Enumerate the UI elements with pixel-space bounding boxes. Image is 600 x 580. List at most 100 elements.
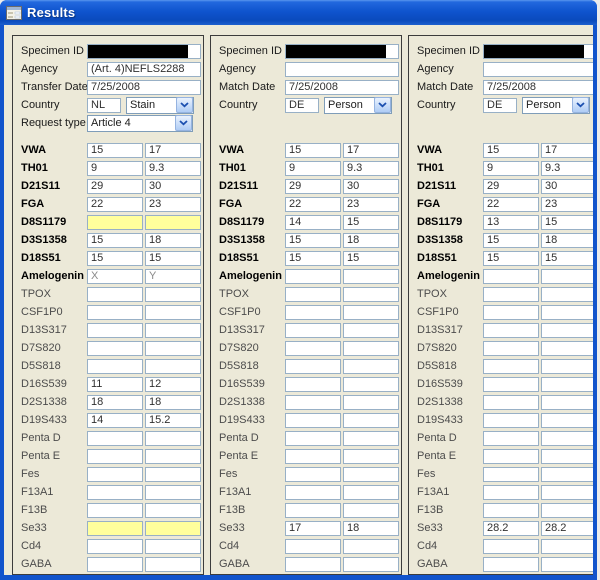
allele-field[interactable]: 29 bbox=[285, 179, 341, 194]
allele-field[interactable]: 18 bbox=[145, 233, 201, 248]
allele-field[interactable]: 9.3 bbox=[541, 161, 593, 176]
allele-field[interactable]: 15 bbox=[541, 215, 593, 230]
country-type-combo[interactable]: Person bbox=[522, 97, 590, 114]
allele-field[interactable] bbox=[145, 431, 201, 446]
allele-field[interactable] bbox=[541, 485, 593, 500]
allele-field[interactable]: 28.2 bbox=[541, 521, 593, 536]
allele-field[interactable] bbox=[145, 485, 201, 500]
allele-field[interactable]: 28.2 bbox=[483, 521, 539, 536]
allele-field[interactable] bbox=[343, 413, 399, 428]
agency-field[interactable] bbox=[285, 62, 399, 77]
allele-field[interactable] bbox=[483, 485, 539, 500]
allele-field[interactable] bbox=[285, 467, 341, 482]
agency-field[interactable] bbox=[483, 62, 593, 77]
allele-field[interactable]: 15 bbox=[87, 233, 143, 248]
allele-field[interactable] bbox=[541, 557, 593, 572]
allele-field[interactable] bbox=[285, 341, 341, 356]
allele-field[interactable] bbox=[145, 305, 201, 320]
allele-field[interactable] bbox=[483, 323, 539, 338]
allele-field[interactable] bbox=[87, 485, 143, 500]
dropdown-arrow-icon[interactable] bbox=[572, 97, 589, 113]
allele-field[interactable]: 23 bbox=[541, 197, 593, 212]
allele-field[interactable]: 12 bbox=[145, 377, 201, 392]
allele-field[interactable] bbox=[541, 539, 593, 554]
allele-field[interactable] bbox=[541, 305, 593, 320]
allele-field[interactable] bbox=[483, 449, 539, 464]
allele-field[interactable] bbox=[483, 359, 539, 374]
transfer-date-field[interactable]: 7/25/2008 bbox=[87, 80, 201, 95]
country-code-field[interactable]: NL bbox=[87, 98, 121, 113]
allele-field[interactable]: 14 bbox=[87, 413, 143, 428]
allele-field[interactable] bbox=[285, 359, 341, 374]
allele-field[interactable] bbox=[145, 449, 201, 464]
allele-field[interactable] bbox=[145, 215, 201, 230]
allele-field[interactable]: 17 bbox=[541, 143, 593, 158]
allele-field[interactable] bbox=[343, 359, 399, 374]
allele-field[interactable]: 15 bbox=[541, 251, 593, 266]
allele-field[interactable] bbox=[87, 503, 143, 518]
allele-field[interactable] bbox=[145, 503, 201, 518]
allele-field[interactable] bbox=[145, 521, 201, 536]
allele-field[interactable] bbox=[285, 269, 341, 284]
allele-field[interactable] bbox=[483, 503, 539, 518]
allele-field[interactable] bbox=[483, 413, 539, 428]
allele-field[interactable] bbox=[145, 323, 201, 338]
title-bar[interactable]: Results bbox=[0, 0, 597, 25]
allele-field[interactable]: 9 bbox=[285, 161, 341, 176]
allele-field[interactable]: 17 bbox=[285, 521, 341, 536]
allele-field[interactable] bbox=[541, 359, 593, 374]
allele-field[interactable] bbox=[541, 287, 593, 302]
allele-field[interactable]: 29 bbox=[483, 179, 539, 194]
specimen-id-field[interactable] bbox=[285, 44, 399, 59]
allele-field[interactable] bbox=[483, 467, 539, 482]
allele-field[interactable] bbox=[285, 395, 341, 410]
allele-field[interactable] bbox=[145, 287, 201, 302]
allele-field[interactable] bbox=[343, 431, 399, 446]
allele-field[interactable]: 15 bbox=[87, 251, 143, 266]
allele-field[interactable] bbox=[483, 539, 539, 554]
allele-field[interactable] bbox=[343, 449, 399, 464]
allele-field[interactable] bbox=[343, 377, 399, 392]
allele-field[interactable] bbox=[343, 305, 399, 320]
allele-field[interactable] bbox=[343, 503, 399, 518]
allele-field[interactable] bbox=[483, 269, 539, 284]
allele-field[interactable] bbox=[541, 413, 593, 428]
allele-field[interactable]: 13 bbox=[483, 215, 539, 230]
allele-field[interactable]: 30 bbox=[343, 179, 399, 194]
allele-field[interactable] bbox=[343, 467, 399, 482]
allele-field[interactable] bbox=[343, 287, 399, 302]
allele-field[interactable] bbox=[87, 341, 143, 356]
allele-field[interactable]: 22 bbox=[285, 197, 341, 212]
allele-field[interactable] bbox=[87, 359, 143, 374]
allele-field[interactable] bbox=[343, 485, 399, 500]
agency-field[interactable]: (Art. 4)NEFLS2288 bbox=[87, 62, 201, 77]
match-date-field[interactable]: 7/25/2008 bbox=[285, 80, 399, 95]
allele-field[interactable] bbox=[483, 557, 539, 572]
allele-field[interactable] bbox=[541, 395, 593, 410]
allele-field[interactable]: 22 bbox=[483, 197, 539, 212]
country-code-field[interactable]: DE bbox=[483, 98, 517, 113]
dropdown-arrow-icon[interactable] bbox=[176, 97, 193, 113]
allele-field[interactable] bbox=[87, 449, 143, 464]
allele-field[interactable]: 15 bbox=[145, 251, 201, 266]
allele-field[interactable]: 11 bbox=[87, 377, 143, 392]
allele-field[interactable] bbox=[145, 539, 201, 554]
allele-field[interactable] bbox=[541, 467, 593, 482]
allele-field[interactable] bbox=[343, 557, 399, 572]
allele-field[interactable]: 17 bbox=[343, 143, 399, 158]
allele-field[interactable] bbox=[285, 503, 341, 518]
specimen-id-field[interactable] bbox=[483, 44, 593, 59]
allele-field[interactable] bbox=[285, 449, 341, 464]
allele-field[interactable] bbox=[145, 557, 201, 572]
allele-field[interactable] bbox=[285, 557, 341, 572]
allele-field[interactable]: 23 bbox=[145, 197, 201, 212]
allele-field[interactable] bbox=[541, 377, 593, 392]
allele-field[interactable] bbox=[483, 377, 539, 392]
allele-field[interactable]: 15 bbox=[483, 233, 539, 248]
allele-field[interactable] bbox=[343, 323, 399, 338]
match-date-field[interactable]: 7/25/2008 bbox=[483, 80, 593, 95]
allele-field[interactable] bbox=[145, 359, 201, 374]
allele-field[interactable]: 22 bbox=[87, 197, 143, 212]
allele-field[interactable] bbox=[541, 503, 593, 518]
allele-field[interactable]: X bbox=[87, 269, 143, 284]
